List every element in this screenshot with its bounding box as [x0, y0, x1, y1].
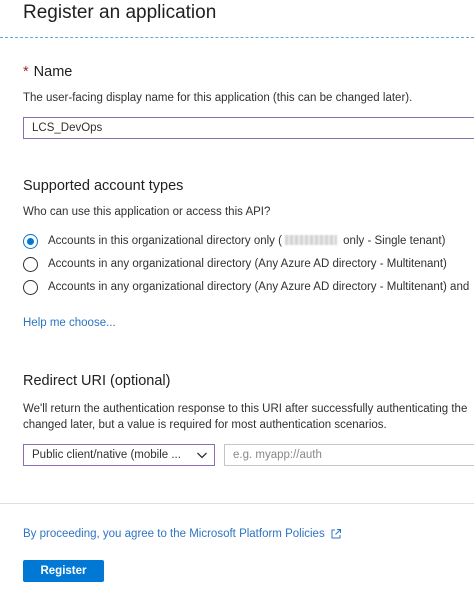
- name-field[interactable]: LCS_DevOps: [23, 117, 474, 139]
- account-option-label: Accounts in any organizational directory…: [48, 258, 447, 270]
- required-marker: *: [23, 64, 29, 80]
- external-link-icon: [331, 529, 341, 539]
- name-heading-label: Name: [33, 64, 73, 80]
- account-option-single-tenant[interactable]: Accounts in this organizational director…: [23, 232, 445, 250]
- account-option-label: Accounts in this organizational director…: [48, 235, 445, 247]
- radio-button-checked[interactable]: [23, 233, 38, 249]
- help-me-choose-link[interactable]: Help me choose...: [23, 317, 116, 329]
- name-field-value: LCS_DevOps: [32, 122, 103, 134]
- redirect-uri-heading: Redirect URI (optional): [23, 373, 171, 389]
- redirect-uri-input[interactable]: [225, 445, 474, 465]
- chevron-down-icon: [197, 452, 207, 459]
- redirect-uri-description: We'll return the authentication response…: [23, 403, 468, 431]
- header-divider: [0, 37, 474, 38]
- platform-select-value: Public client/native (mobile ...: [32, 449, 181, 461]
- register-button[interactable]: Register: [23, 560, 104, 582]
- account-option-label-suffix: only - Single tenant): [339, 235, 446, 247]
- page-title: Register an application: [23, 2, 217, 23]
- account-types-heading: Supported account types: [23, 178, 184, 194]
- account-types-question: Who can use this application or access t…: [23, 206, 271, 218]
- account-option-multitenant[interactable]: Accounts in any organizational directory…: [23, 255, 447, 273]
- name-description: The user-facing display name for this ap…: [23, 92, 413, 104]
- platform-policies-text: By proceeding, you agree to the Microsof…: [23, 528, 325, 540]
- radio-dot: [27, 237, 34, 245]
- redirect-uri-input-wrapper: [224, 444, 474, 466]
- footer-divider: [0, 503, 474, 504]
- radio-button[interactable]: [23, 279, 38, 295]
- register-app-page: Register an application * Name The user-f…: [0, 0, 474, 597]
- redacted-tenant-name: [284, 235, 337, 245]
- radio-button[interactable]: [23, 256, 38, 272]
- account-option-label: Accounts in any organizational directory…: [48, 281, 470, 293]
- name-heading: * Name: [23, 64, 72, 80]
- account-option-multitenant-and-personal[interactable]: Accounts in any organizational directory…: [23, 278, 469, 296]
- platform-policies-link[interactable]: By proceeding, you agree to the Microsof…: [23, 528, 342, 540]
- account-option-label-prefix: Accounts in this organizational director…: [48, 235, 282, 247]
- platform-select[interactable]: Public client/native (mobile ...: [23, 444, 215, 466]
